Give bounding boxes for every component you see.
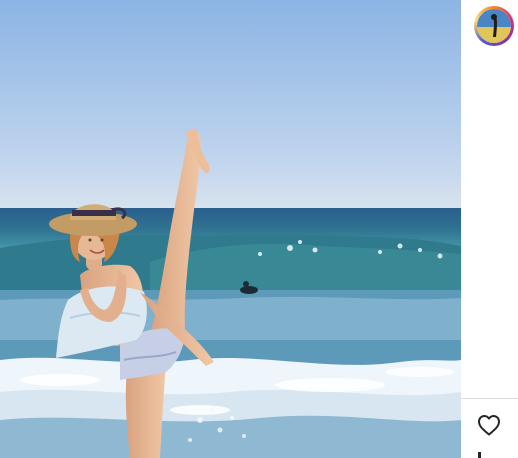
profile-avatar-icon [477, 9, 511, 43]
post-photo[interactable] [0, 0, 461, 458]
comment-icon-peek[interactable] [478, 452, 481, 458]
actions-divider [461, 398, 518, 399]
heart-icon [478, 415, 500, 436]
author-avatar[interactable] [474, 6, 514, 46]
post-photo-canvas [0, 0, 461, 458]
post-side-panel [461, 0, 518, 458]
like-button[interactable] [473, 410, 505, 440]
